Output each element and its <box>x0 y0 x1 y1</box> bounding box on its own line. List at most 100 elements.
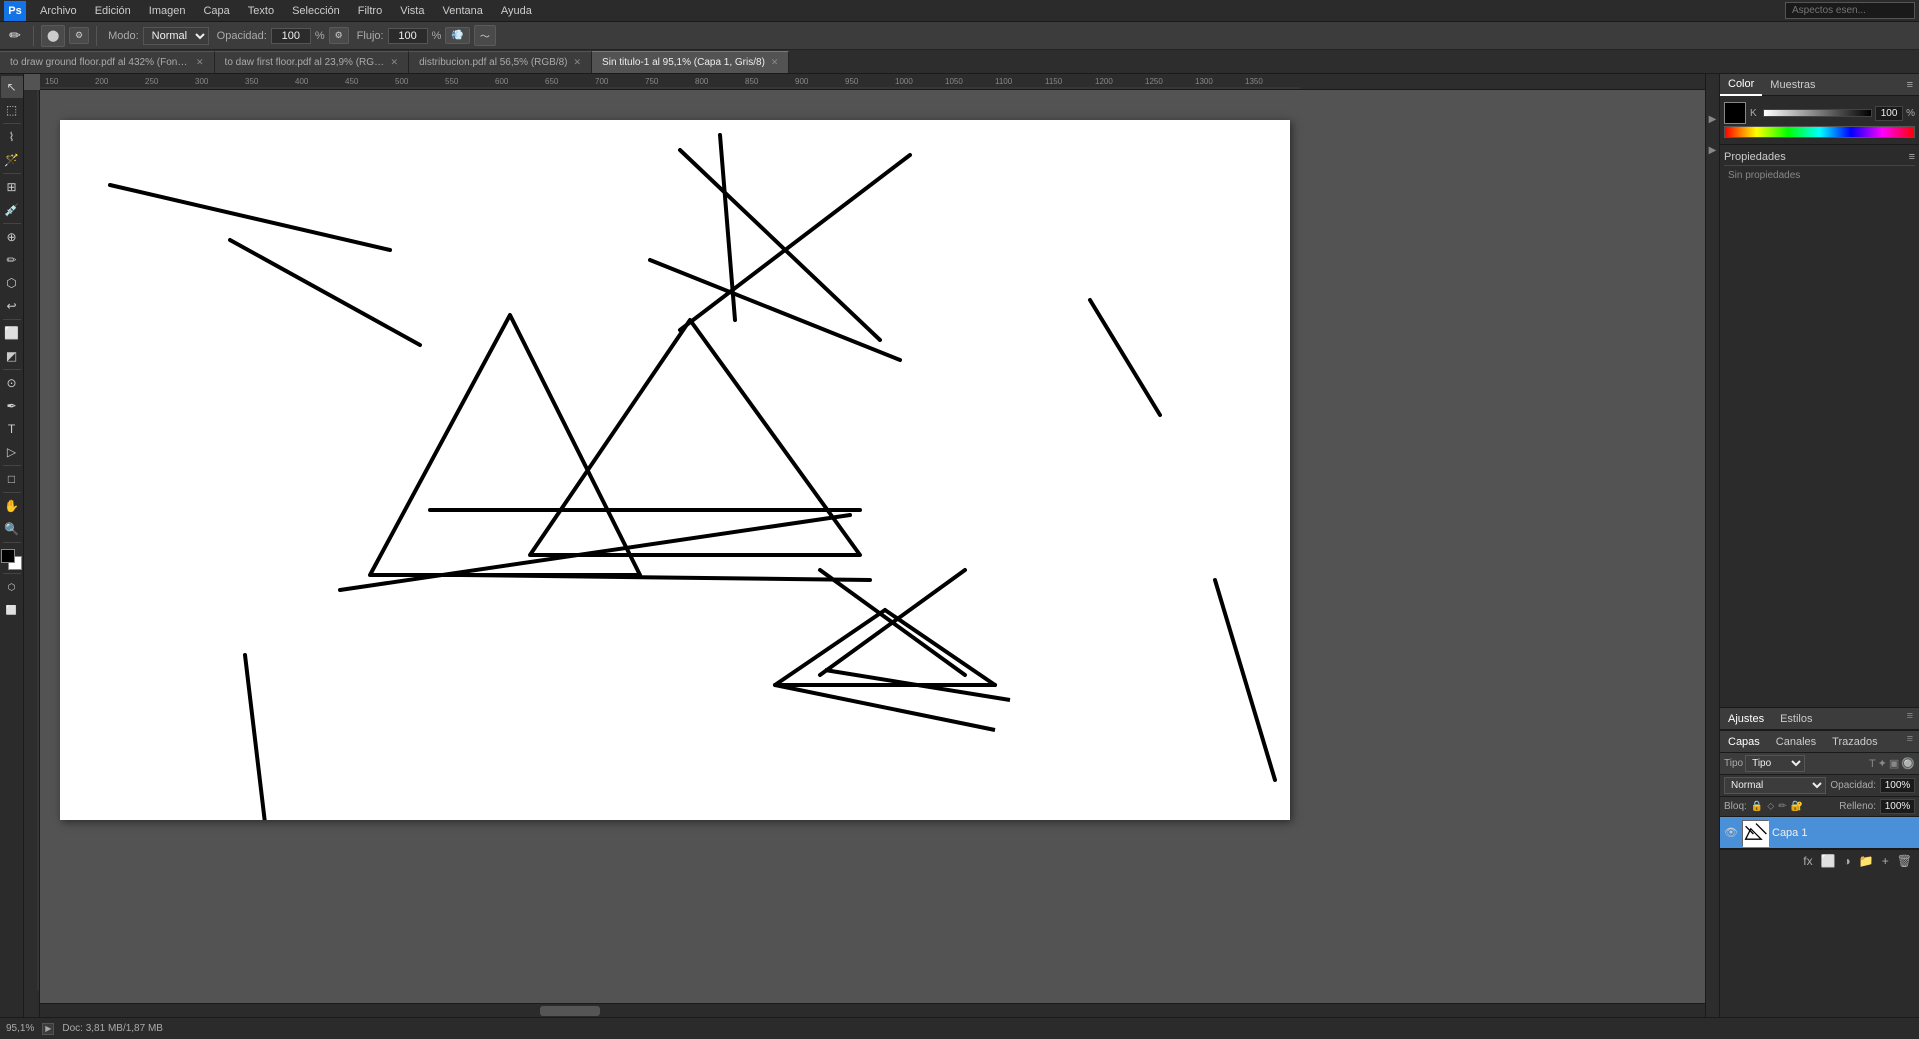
canvas-area[interactable] <box>40 90 1705 1017</box>
tab-ajustes[interactable]: Ajustes <box>1720 708 1772 729</box>
separator <box>33 26 34 46</box>
layer-item-capa1[interactable]: 👁 Capa 1 <box>1720 817 1919 849</box>
tab-3-close[interactable]: ✕ <box>771 57 779 68</box>
collapse-btn-2[interactable]: ▶ <box>1707 145 1718 156</box>
h-scrollbar[interactable] <box>40 1003 1705 1017</box>
menu-edicion[interactable]: Edición <box>87 3 139 19</box>
menu-texto[interactable]: Texto <box>240 3 282 19</box>
h-scrollbar-thumb[interactable] <box>540 1006 600 1016</box>
gradient-tool[interactable]: ◩ <box>1 345 23 367</box>
k-slider[interactable] <box>1763 109 1872 117</box>
brush-preset-btn[interactable]: ⬤ <box>41 25 65 47</box>
opacity-settings-btn[interactable]: ⚙ <box>329 27 349 44</box>
layer-visibility-icon[interactable]: 👁 <box>1724 826 1738 840</box>
path-select-tool[interactable]: ▷ <box>1 441 23 463</box>
menu-ventana[interactable]: Ventana <box>434 3 490 19</box>
layers-menu[interactable]: ≡ <box>1901 731 1919 752</box>
opacity-input[interactable] <box>271 28 311 44</box>
screen-mode-btn[interactable]: ⬜ <box>1 599 23 621</box>
layers-tool-btn-4[interactable]: 🔘 <box>1901 757 1915 770</box>
marquee-tool[interactable]: ⬚ <box>1 99 23 121</box>
lock-image-icon[interactable]: ✏ <box>1778 801 1786 812</box>
tab-2-close[interactable]: ✕ <box>574 57 582 68</box>
search-input[interactable] <box>1785 2 1915 19</box>
menu-imagen[interactable]: Imagen <box>141 3 194 19</box>
tab-0[interactable]: to draw ground floor.pdf al 432% (Fondo … <box>0 51 215 73</box>
move-tool[interactable]: ↖ <box>1 76 23 98</box>
color-spectrum[interactable] <box>1724 126 1915 138</box>
lock-all-icon[interactable]: 🔐 <box>1791 801 1803 812</box>
hand-tool[interactable]: ✋ <box>1 495 23 517</box>
opacity-value[interactable] <box>1880 778 1915 793</box>
history-brush-tool[interactable]: ↩ <box>1 295 23 317</box>
text-tool[interactable]: T <box>1 418 23 440</box>
tab-0-label: to draw ground floor.pdf al 432% (Fondo … <box>10 57 190 68</box>
svg-text:1200: 1200 <box>1095 77 1113 86</box>
menu-archivo[interactable]: Archivo <box>32 3 85 19</box>
tab-3[interactable]: Sin titulo-1 al 95,1% (Capa 1, Gris/8) ✕ <box>592 51 789 73</box>
layer-group-btn[interactable]: 📁 <box>1856 853 1877 869</box>
dodge-tool[interactable]: ⊙ <box>1 372 23 394</box>
tab-1[interactable]: to daw first floor.pdf al 23,9% (RGB/8) … <box>215 51 410 73</box>
layer-mask-btn[interactable]: ⬜ <box>1818 853 1839 869</box>
layers-tool-btn-1[interactable]: T <box>1869 758 1876 770</box>
properties-title: Propiedades ≡ <box>1724 149 1915 166</box>
menu-ayuda[interactable]: Ayuda <box>493 3 540 19</box>
color-display-row: K % <box>1724 102 1915 124</box>
menu-seleccion[interactable]: Selección <box>284 3 348 19</box>
properties-menu[interactable]: ≡ <box>1909 151 1915 163</box>
tab-muestras[interactable]: Muestras <box>1762 74 1823 96</box>
layer-new-btn[interactable]: + <box>1879 853 1892 869</box>
adj-panel-menu[interactable]: ≡ <box>1901 708 1919 729</box>
tab-0-close[interactable]: ✕ <box>196 57 204 68</box>
pen-tool[interactable]: ✒ <box>1 395 23 417</box>
layer-effects-btn[interactable]: fx <box>1800 853 1815 869</box>
layer-delete-btn[interactable]: 🗑 <box>1894 853 1915 869</box>
fg-bg-colors[interactable] <box>1 549 23 571</box>
tab-estilos[interactable]: Estilos <box>1772 708 1820 729</box>
brush-settings-btn[interactable]: ⚙ <box>69 27 89 44</box>
layers-tool-btn-2[interactable]: ✦ <box>1878 757 1887 770</box>
color-panel-menu[interactable]: ≡ <box>1901 77 1919 93</box>
eyedropper-tool[interactable]: 💉 <box>1 199 23 221</box>
collapse-btn-1[interactable]: ▶ <box>1707 114 1718 125</box>
tab-canales[interactable]: Canales <box>1768 731 1824 752</box>
active-color-swatch[interactable] <box>1724 102 1746 124</box>
crop-tool[interactable]: ⊞ <box>1 176 23 198</box>
menu-filtro[interactable]: Filtro <box>350 3 390 19</box>
flow-input[interactable] <box>388 28 428 44</box>
quick-mask-btn[interactable]: ⬡ <box>1 576 23 598</box>
brush-tool[interactable]: ✏ <box>1 249 23 271</box>
tab-capas[interactable]: Capas <box>1720 731 1768 752</box>
tab-trazados[interactable]: Trazados <box>1824 731 1885 752</box>
navigate-btn[interactable]: ▶ <box>42 1023 54 1035</box>
layer-adjustment-btn[interactable]: ◑ <box>1841 853 1854 869</box>
tab-color[interactable]: Color <box>1720 74 1762 96</box>
stamp-tool[interactable]: ⬡ <box>1 272 23 294</box>
zoom-tool[interactable]: 🔍 <box>1 518 23 540</box>
quick-select-tool[interactable]: 🪄 <box>1 149 23 171</box>
brush-tool-icon[interactable]: ✏ <box>4 25 26 47</box>
airbrush-btn[interactable]: 💨 <box>445 27 469 44</box>
lock-position-icon[interactable]: 🔒 <box>1751 801 1763 812</box>
bottom-right-panel: Ajustes Estilos ≡ Capas Canales Trazados… <box>1720 707 1919 1017</box>
blend-mode-select[interactable]: Normal <box>1724 777 1826 794</box>
lock-pixel-icon[interactable]: ⬦ <box>1767 801 1774 812</box>
tab-1-close[interactable]: ✕ <box>391 57 399 68</box>
spot-heal-tool[interactable]: ⊕ <box>1 226 23 248</box>
layers-tool-btn-3[interactable]: ▣ <box>1889 757 1899 770</box>
properties-title-text: Propiedades <box>1724 151 1786 163</box>
lasso-tool[interactable]: ⌇ <box>1 126 23 148</box>
fill-value[interactable] <box>1880 799 1915 814</box>
k-value-input[interactable] <box>1875 106 1903 121</box>
k-channel-row: K % <box>1750 106 1915 121</box>
menu-capa[interactable]: Capa <box>195 3 237 19</box>
tab-2[interactable]: distribucion.pdf al 56,5% (RGB/8) ✕ <box>409 51 592 73</box>
shape-tool[interactable]: □ <box>1 468 23 490</box>
menu-vista[interactable]: Vista <box>392 3 432 19</box>
eraser-tool[interactable]: ⬜ <box>1 322 23 344</box>
filter-type-select[interactable]: Tipo <box>1745 755 1805 772</box>
smoothing-btn[interactable]: 〜 <box>474 25 496 46</box>
mode-select[interactable]: Normal <box>143 27 209 45</box>
foreground-color[interactable] <box>1 549 15 563</box>
